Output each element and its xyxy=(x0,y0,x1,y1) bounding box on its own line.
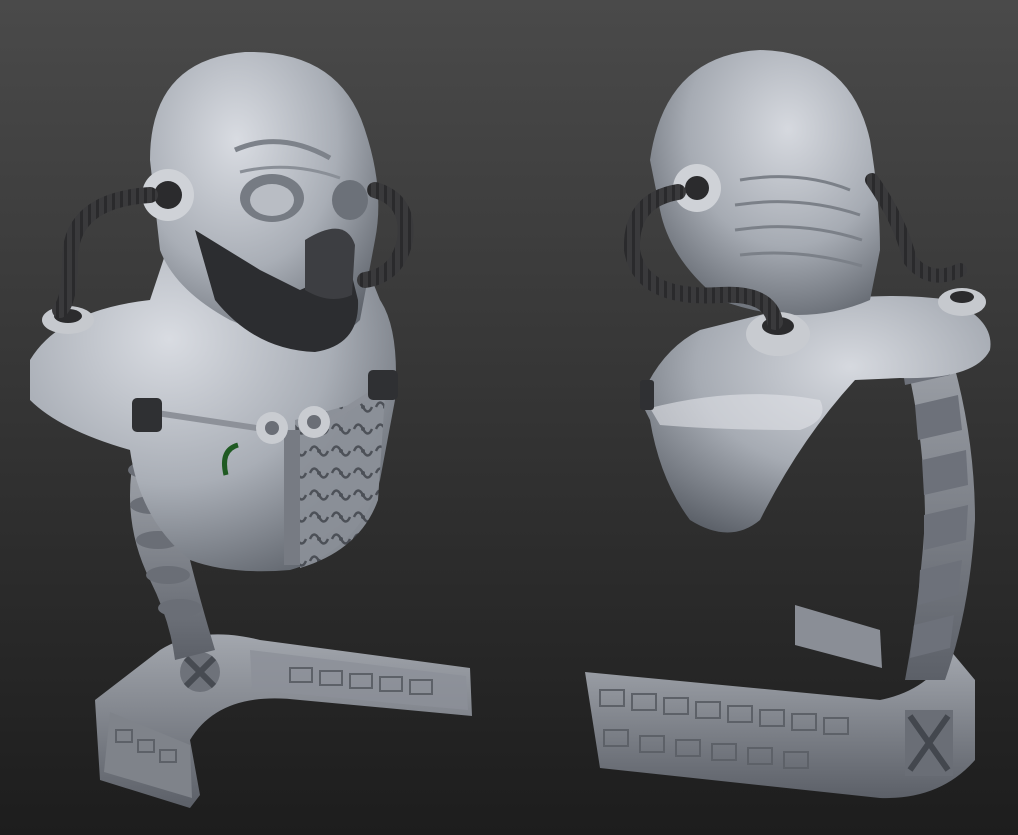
side-clip-right xyxy=(640,380,654,410)
bust-back-view xyxy=(585,50,991,799)
hose-left-a xyxy=(52,187,158,318)
sculpt-render xyxy=(30,50,991,808)
bust-front-view xyxy=(30,51,472,808)
shoulder-port-right xyxy=(938,288,986,316)
sculpt-viewport xyxy=(0,0,1018,835)
hose-right-b xyxy=(865,173,967,283)
zipper-strip xyxy=(284,430,300,565)
stand-base-left xyxy=(95,634,472,808)
